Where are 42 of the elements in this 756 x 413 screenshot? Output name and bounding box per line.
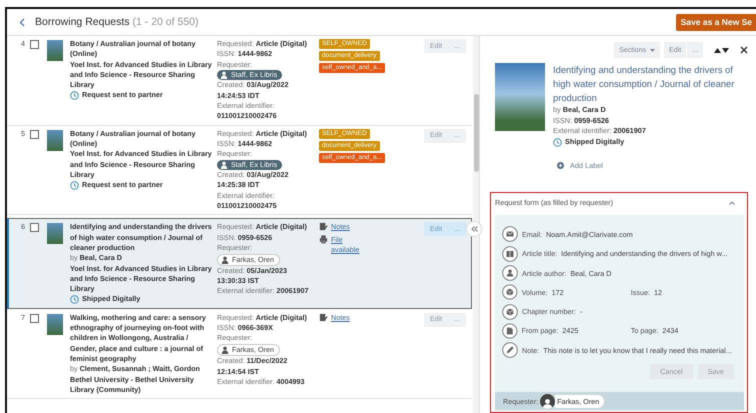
- note-pencil-icon: [319, 222, 328, 232]
- checkbox[interactable]: [30, 130, 39, 139]
- down-arrow-icon[interactable]: [722, 48, 729, 52]
- request-row[interactable]: [7, 218, 472, 309]
- cover-thumbnail: [47, 223, 63, 244]
- detail-title[interactable]: Identifying and understanding the drivers of high water consumption / Journal of cleaner production: [553, 63, 748, 105]
- clock-icon: [553, 138, 562, 147]
- cover-thumbnail: [47, 314, 63, 335]
- person-icon: [221, 256, 229, 264]
- checkbox[interactable]: [30, 223, 39, 232]
- page-icon: [502, 322, 518, 339]
- clock-icon: [70, 91, 79, 100]
- note-pencil-icon: [319, 312, 328, 322]
- plus-circle-icon: [557, 162, 564, 169]
- close-icon[interactable]: [740, 46, 748, 54]
- email-icon: [502, 226, 518, 242]
- double-chevron-icon: [470, 226, 478, 232]
- person-icon: [220, 160, 228, 169]
- cover-thumbnail: [47, 130, 63, 151]
- pencil-icon: [502, 342, 518, 358]
- result-count: (1 - 20 of 550): [132, 16, 198, 28]
- cover-thumbnail: [47, 40, 63, 61]
- save-set-button[interactable]: Save as a New Se: [676, 14, 756, 30]
- avatar-icon: [540, 394, 556, 408]
- caret-icon: [650, 48, 656, 52]
- cover-image-placeholder: [495, 63, 545, 131]
- clock-icon: [70, 295, 79, 304]
- back-icon[interactable]: [19, 18, 25, 26]
- person-icon: [221, 346, 229, 354]
- up-arrow-icon[interactable]: [714, 48, 721, 52]
- clock-icon: [70, 180, 79, 190]
- checkbox[interactable]: [30, 314, 39, 323]
- printer-icon: [319, 234, 328, 244]
- book-icon: [502, 246, 518, 262]
- scrollbar[interactable]: [473, 36, 479, 413]
- page-title: Borrowing Requests: [35, 16, 130, 28]
- person-icon: [502, 265, 518, 282]
- cube-icon: [502, 304, 518, 320]
- checkbox[interactable]: [30, 40, 39, 49]
- cube-icon: [502, 284, 518, 300]
- chevron-icon[interactable]: [729, 200, 735, 205]
- person-icon: [220, 71, 228, 80]
